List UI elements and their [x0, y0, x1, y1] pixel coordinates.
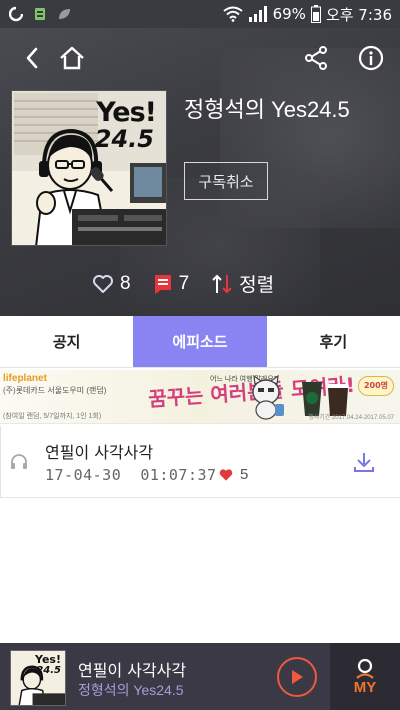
- episode-date: 17-04-30: [45, 466, 122, 484]
- comment-count: 7: [178, 272, 190, 294]
- home-icon: [60, 46, 84, 70]
- wifi-icon: [222, 6, 243, 22]
- podcast-title: 정형석의 Yes24.5: [184, 97, 350, 122]
- share-icon: [305, 46, 327, 70]
- signal-icon: [248, 6, 268, 22]
- episode-duration: 01:07:37: [140, 466, 217, 484]
- episode-date-duration: 17-04-30 01:07:37: [45, 466, 217, 484]
- back-chevron-icon: [26, 47, 38, 69]
- banner-sponsor-text: (주)롯데카드 서울도우미 (랜덤): [3, 386, 107, 395]
- podcast-header: Yes! 24.5 정형석의 Yes24.5 구독취소 8 7 정렬: [0, 28, 400, 316]
- clock: 오후 7:36: [325, 5, 392, 24]
- player-episode-title: 연필이 사각사각: [78, 661, 187, 680]
- cover-title: Yes!: [96, 97, 157, 128]
- player-cover-art: Yes! 24.5: [10, 650, 66, 706]
- info-icon: [358, 45, 384, 71]
- back-button[interactable]: [16, 42, 48, 74]
- banner-cat-illustration: [252, 374, 284, 420]
- banner-fine-print: 행사기간 2017.04.24-2017.05.07: [308, 415, 394, 421]
- podcast-cover-art: Yes! 24.5: [11, 90, 167, 246]
- home-button[interactable]: [56, 42, 88, 74]
- episode-title: 연필이 사각사각: [45, 443, 154, 462]
- my-label: MY: [353, 679, 377, 696]
- tab-notice[interactable]: 공지: [0, 316, 133, 367]
- battery-icon: [310, 5, 321, 23]
- episode-row[interactable]: 연필이 사각사각 17-04-30 01:07:37 5: [0, 426, 400, 498]
- play-button[interactable]: [277, 657, 317, 697]
- sort-button[interactable]: 정렬: [211, 270, 274, 297]
- play-icon: [292, 670, 303, 684]
- heart-filled-icon: [219, 468, 233, 481]
- like-button[interactable]: 8: [92, 273, 131, 295]
- banner-footer-text: (참여일 랜덤, 5/7일까지, 1인 1회): [3, 413, 102, 420]
- sim-icon: [32, 6, 48, 22]
- headphones-icon: [10, 453, 28, 473]
- player-cover-subtitle: 24.5: [36, 665, 61, 676]
- unsubscribe-button[interactable]: 구독취소: [184, 162, 268, 200]
- player-podcast-name: 정형석의 Yes24.5: [78, 682, 184, 698]
- user-icon: [356, 658, 374, 679]
- episode-list-empty-area: [0, 498, 400, 643]
- top-navigation: [0, 28, 400, 88]
- sort-label: 정렬: [239, 275, 275, 296]
- banner-badge: 200명: [358, 376, 394, 396]
- banner-logo: lifeplanet: [3, 373, 47, 384]
- episode-like-count: 5: [240, 466, 249, 483]
- episode-likes: 5: [218, 466, 248, 483]
- like-count: 8: [120, 272, 131, 294]
- share-button[interactable]: [300, 42, 332, 74]
- status-bar: 69% 오후 7:36: [0, 0, 400, 28]
- tab-reviews[interactable]: 후기: [267, 316, 400, 367]
- app-o-icon: [8, 6, 24, 22]
- cover-subtitle: 24.5: [94, 125, 154, 153]
- tab-bar: 공지 에피소드 후기: [0, 316, 400, 368]
- tab-episodes[interactable]: 에피소드: [133, 316, 267, 367]
- heart-outline-icon: [93, 274, 113, 293]
- battery-percent: 69%: [272, 5, 306, 23]
- download-icon: [354, 453, 374, 472]
- comments-button[interactable]: 7: [153, 272, 190, 295]
- mini-player[interactable]: Yes! 24.5 연필이 사각사각 정형석의 Yes24.5 MY: [0, 643, 400, 710]
- podcast-stats: 8 7 정렬: [92, 270, 296, 297]
- download-button[interactable]: [350, 448, 378, 476]
- info-button[interactable]: [355, 42, 387, 74]
- comment-icon: [154, 274, 171, 294]
- leaf-icon: [56, 6, 72, 22]
- sort-arrows-icon: [212, 274, 232, 293]
- my-button[interactable]: MY: [330, 643, 400, 710]
- ad-banner[interactable]: lifeplanet (주)롯데카드 서울도우미 (랜덤) (참여일 랜덤, 5…: [0, 370, 400, 424]
